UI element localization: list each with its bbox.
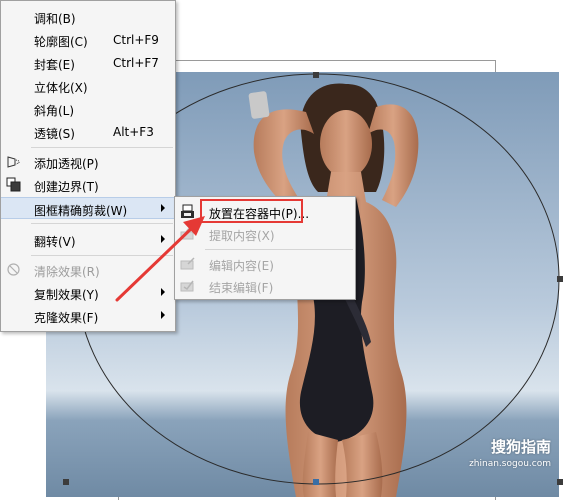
menu-item-clone-effect[interactable]: 克隆效果(F) bbox=[1, 305, 175, 327]
menu-item-envelope[interactable]: 封套(E) Ctrl+F7 bbox=[1, 52, 175, 74]
submenu-arrow-icon bbox=[161, 311, 165, 319]
boundary-icon bbox=[6, 177, 21, 192]
submenu-item-label: 结束编辑(F) bbox=[209, 281, 274, 295]
watermark-brand: 搜狗指南 bbox=[490, 438, 551, 456]
menu-item-label: 创建边界(T) bbox=[34, 180, 99, 194]
submenu-arrow-icon bbox=[161, 235, 165, 243]
selection-handle-bottom[interactable] bbox=[313, 479, 319, 485]
clear-effect-icon bbox=[7, 263, 20, 276]
menu-item-clear-effect[interactable]: 清除效果(R) bbox=[1, 259, 175, 281]
submenu-item-finish-edit[interactable]: 结束编辑(F) bbox=[175, 275, 355, 297]
submenu-arrow-icon bbox=[161, 288, 165, 296]
submenu-item-edit-content[interactable]: 编辑内容(E) bbox=[175, 253, 355, 275]
menu-item-label: 克隆效果(F) bbox=[34, 311, 99, 325]
menu-item-label: 清除效果(R) bbox=[34, 265, 100, 279]
menu-item-label: 立体化(X) bbox=[34, 81, 88, 95]
extract-content-icon bbox=[180, 226, 194, 240]
menu-item-create-boundary[interactable]: 创建边界(T) bbox=[1, 174, 175, 196]
submenu-item-extract-content[interactable]: 提取内容(X) bbox=[175, 223, 355, 245]
submenu-item-label: 提取内容(X) bbox=[209, 229, 275, 243]
menu-item-extrude[interactable]: 立体化(X) bbox=[1, 75, 175, 97]
menu-item-blend[interactable]: 调和(B) bbox=[1, 6, 175, 28]
menu-item-contour[interactable]: 轮廓图(C) Ctrl+F9 bbox=[1, 29, 175, 51]
menu-item-label: 复制效果(Y) bbox=[34, 288, 99, 302]
menu-item-label: 调和(B) bbox=[34, 12, 76, 26]
effects-menu: 调和(B) 轮廓图(C) Ctrl+F9 封套(E) Ctrl+F7 立体化(X… bbox=[0, 0, 176, 332]
menu-item-lens[interactable]: 透镜(S) Alt+F3 bbox=[1, 121, 175, 143]
menu-item-shortcut: Ctrl+F7 bbox=[113, 56, 159, 70]
menu-item-add-perspective[interactable]: 添加透视(P) bbox=[1, 151, 175, 173]
menu-item-flip[interactable]: 翻转(V) bbox=[1, 229, 175, 251]
submenu-arrow-icon bbox=[161, 204, 165, 212]
menu-item-label: 透镜(S) bbox=[34, 127, 75, 141]
menu-item-label: 封套(E) bbox=[34, 58, 75, 72]
menu-item-label: 斜角(L) bbox=[34, 104, 75, 118]
menu-item-label: 翻转(V) bbox=[34, 235, 76, 249]
menu-item-shortcut: Ctrl+F9 bbox=[113, 33, 159, 47]
edit-content-icon bbox=[180, 257, 195, 270]
selection-handle-top[interactable] bbox=[313, 72, 319, 78]
selection-handle-right[interactable] bbox=[557, 276, 563, 282]
menu-item-shortcut: Alt+F3 bbox=[113, 125, 154, 139]
menu-separator bbox=[31, 147, 173, 148]
selection-handle-bottom-right[interactable] bbox=[557, 479, 563, 485]
menu-separator bbox=[205, 249, 353, 250]
selection-handle-bottom-left[interactable] bbox=[63, 479, 69, 485]
watermark-url: zhinan.sogou.com bbox=[469, 459, 551, 469]
annotation-highlight-box bbox=[200, 199, 303, 223]
perspective-icon bbox=[7, 156, 20, 168]
menu-separator bbox=[31, 223, 173, 224]
menu-item-copy-effect[interactable]: 复制效果(Y) bbox=[1, 282, 175, 304]
menu-item-label: 图框精确剪裁(W) bbox=[34, 204, 128, 218]
menu-item-label: 添加透视(P) bbox=[34, 157, 99, 171]
watermark: 搜狗指南 zhinan.sogou.com bbox=[469, 436, 551, 469]
place-in-container-icon bbox=[181, 204, 194, 218]
menu-item-bevel[interactable]: 斜角(L) bbox=[1, 98, 175, 120]
finish-edit-icon bbox=[180, 280, 194, 292]
menu-separator bbox=[31, 255, 173, 256]
menu-item-powerclip[interactable]: 图框精确剪裁(W) bbox=[1, 197, 175, 219]
menu-item-label: 轮廓图(C) bbox=[34, 35, 88, 49]
submenu-item-label: 编辑内容(E) bbox=[209, 259, 274, 273]
